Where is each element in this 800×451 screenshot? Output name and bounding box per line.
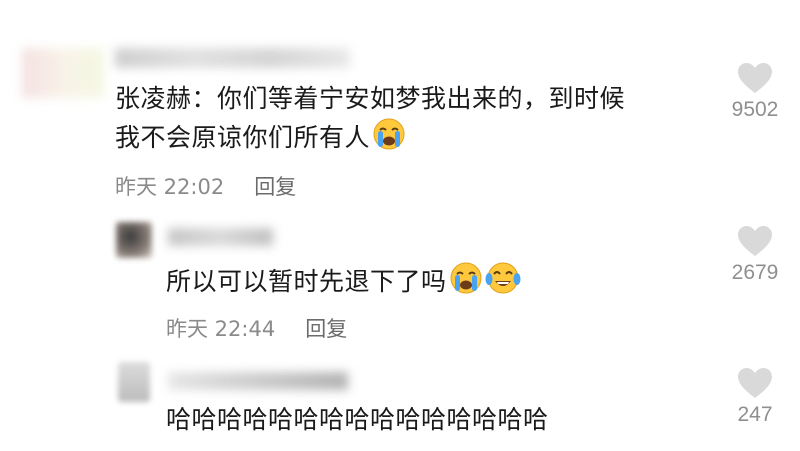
- comment-meta: 昨天 22:02 回复: [115, 171, 296, 201]
- comment-text-line2: 我不会原谅你们所有人: [115, 117, 625, 161]
- comment-text-line1: 张凌赫：你们等着宁安如梦我出来的，到时候: [115, 84, 626, 113]
- like-button[interactable]: 2679: [719, 225, 791, 285]
- comment-time: 昨天 22:02: [115, 175, 225, 199]
- reply-text: 哈哈哈哈哈哈哈哈哈哈哈哈哈哈哈: [166, 405, 549, 434]
- like-count: 2679: [731, 261, 779, 284]
- heart-icon: [738, 368, 772, 398]
- face-with-tears-of-joy-icon: [485, 261, 521, 305]
- reply-avatar-blurred[interactable]: [116, 222, 152, 258]
- like-count: 247: [737, 403, 773, 426]
- reply-meta: 昨天 22:44 回复: [166, 313, 347, 343]
- loudly-crying-face-icon: [449, 261, 483, 305]
- reply-button[interactable]: 回复: [254, 175, 296, 199]
- username-blurred[interactable]: [115, 48, 350, 68]
- reply-text: 所以可以暂时先退下了吗: [166, 261, 521, 305]
- like-button[interactable]: 9502: [719, 62, 791, 122]
- loudly-crying-face-icon: [372, 117, 406, 161]
- comment-text: 张凌赫：你们等着宁安如梦我出来的，到时候 我不会原谅你们所有人: [115, 80, 625, 161]
- reply-button[interactable]: 回复: [305, 317, 347, 341]
- reply-username-blurred[interactable]: [168, 228, 273, 246]
- like-button[interactable]: 247: [719, 367, 791, 427]
- reply-avatar-blurred[interactable]: [118, 362, 150, 402]
- comment-thread: 张凌赫：你们等着宁安如梦我出来的，到时候 我不会原谅你们所有人 昨天 22:02…: [0, 0, 800, 451]
- heart-icon: [738, 226, 772, 256]
- reply-time: 昨天 22:44: [166, 317, 276, 341]
- user-avatar-blurred[interactable]: [22, 48, 104, 98]
- reply-username-blurred[interactable]: [168, 372, 348, 390]
- like-count: 9502: [731, 98, 779, 121]
- heart-icon: [738, 63, 772, 93]
